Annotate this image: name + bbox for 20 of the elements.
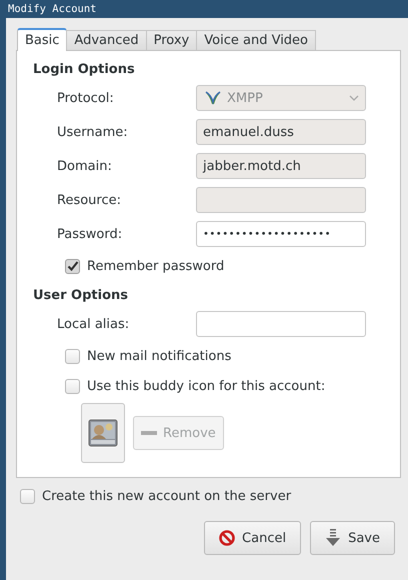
window-title: Modify Account: [7, 2, 98, 17]
section-heading: Login Options: [33, 61, 136, 79]
field-label: Protocol:: [57, 90, 115, 106]
section-heading: User Options: [33, 287, 129, 305]
field-label: Domain:: [57, 158, 113, 174]
tab[interactable]: Basic: [17, 28, 68, 51]
field-label: Password:: [57, 226, 124, 242]
field-label: Username:: [57, 124, 129, 140]
tab[interactable]: Advanced: [66, 30, 147, 50]
tab[interactable]: Proxy: [146, 30, 198, 50]
checkbox-label: Remember password: [87, 258, 224, 274]
save-button[interactable]: Save: [310, 521, 395, 555]
field-label: Resource:: [57, 192, 122, 208]
checkbox-label: New mail notifications: [87, 348, 232, 364]
checkbox-label: Use this buddy icon for this account:: [87, 378, 326, 394]
checkbox-label: Create this new account on the server: [42, 488, 292, 504]
tab[interactable]: Voice and Video: [196, 30, 316, 50]
input-field[interactable]: ••••••••••••••••••••: [196, 221, 366, 247]
field-label: Local alias:: [57, 316, 130, 332]
cancel-button[interactable]: Cancel: [204, 521, 302, 555]
